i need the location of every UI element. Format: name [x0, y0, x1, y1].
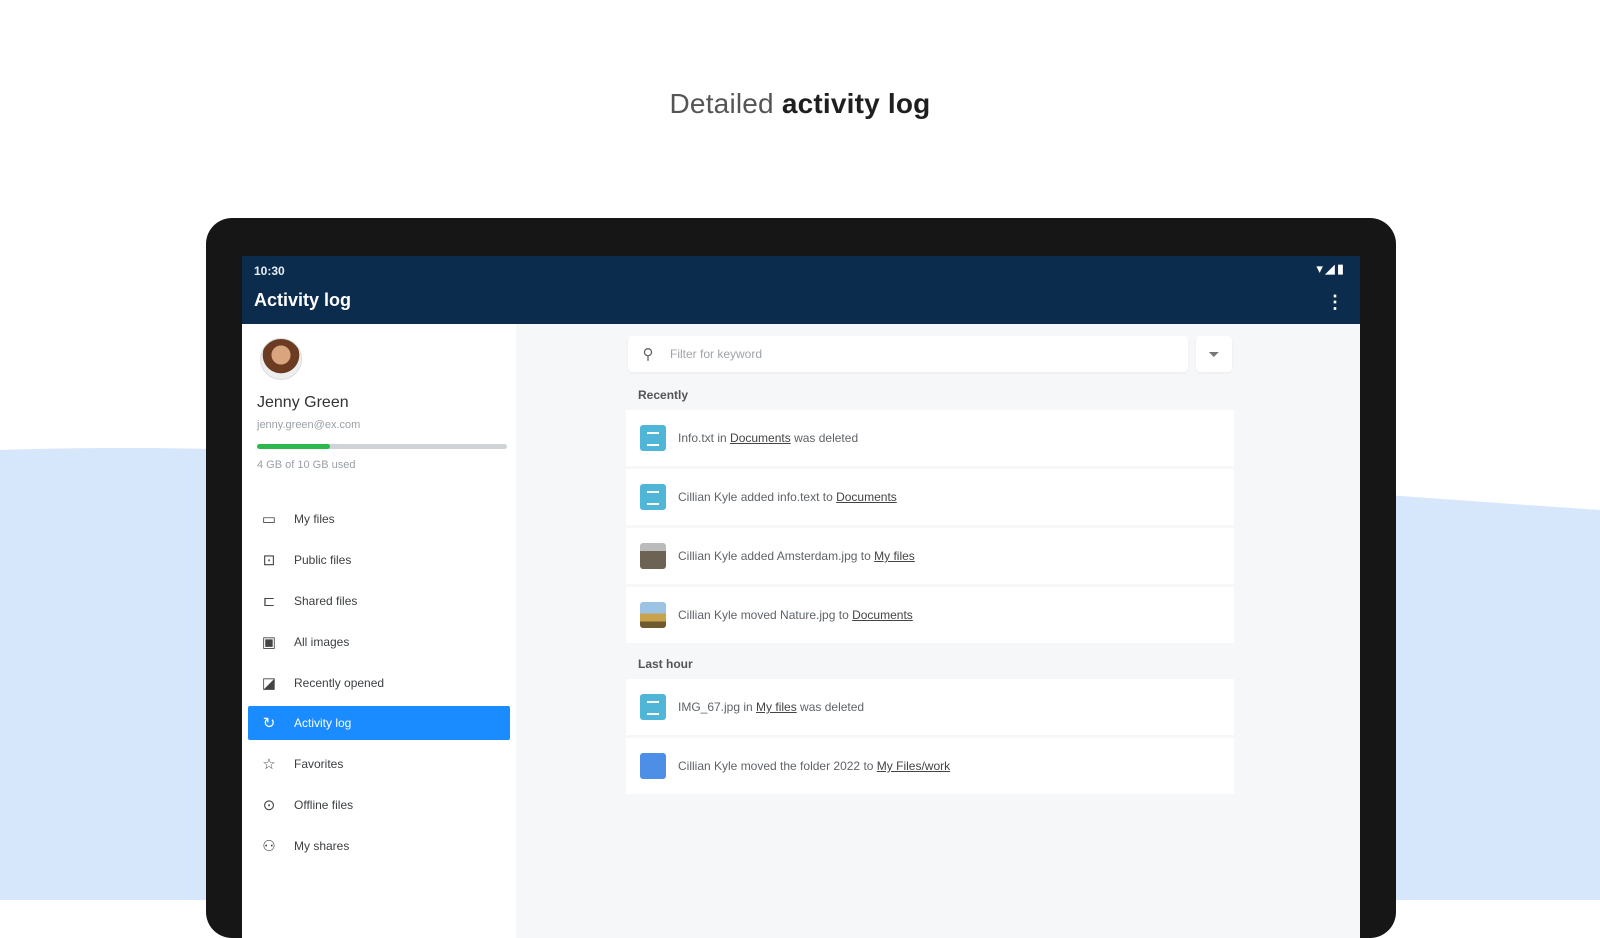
document-icon — [640, 425, 666, 451]
list-item[interactable]: Cillian Kyle moved Nature.jpg to Documen… — [626, 587, 1234, 643]
row-text: Cillian Kyle added info.text to — [678, 490, 837, 504]
star-icon: ☆ — [262, 755, 276, 773]
status-time: 10:30 — [254, 264, 285, 278]
row-text-suffix: was deleted — [796, 700, 865, 714]
sidebar-item-recently-opened[interactable]: ◪ Recently opened — [248, 662, 510, 703]
row-text: Cillian Kyle moved the folder 2022 to — [678, 759, 877, 773]
shared-folder-icon: ⊏ — [262, 592, 276, 610]
sidebar-item-favorites[interactable]: ☆ Favorites — [248, 743, 510, 784]
section-label-last-hour: Last hour — [638, 657, 693, 671]
sidebar-item-shared-files[interactable]: ⊏ Shared files — [248, 580, 510, 621]
app-bar: 10:30 ▾◢▮ Activity log ⋮ — [242, 256, 1360, 324]
list-item[interactable]: Info.txt in Documents was deleted — [626, 410, 1234, 466]
row-link[interactable]: Documents — [730, 431, 791, 445]
document-icon — [640, 484, 666, 510]
document-icon — [640, 694, 666, 720]
row-text: Info.txt in — [678, 431, 731, 445]
row-text-suffix: was deleted — [790, 431, 859, 445]
user-email: jenny.green@ex.com — [257, 419, 361, 431]
row-link[interactable]: Documents — [836, 490, 897, 504]
sidebar-item-label: All images — [294, 634, 350, 649]
main-content: ⚲ ⏷ Recently Info.txt in Documents was d… — [516, 324, 1360, 938]
sidebar-item-label: Shared files — [294, 593, 358, 608]
sidebar-item-all-images[interactable]: ▣ All images — [248, 621, 510, 662]
sidebar-nav: ▭ My files ⊡ Public files ⊏ Shared files… — [248, 498, 510, 866]
sidebar-item-label: Recently opened — [294, 675, 385, 690]
storage-bar — [257, 444, 507, 449]
activity-list-recently: Info.txt in Documents was deleted Cillia… — [626, 410, 1234, 646]
sidebar-item-offline-files[interactable]: ⊙ Offline files — [248, 784, 510, 825]
image-thumbnail-icon — [640, 543, 666, 569]
page-title: Activity log — [254, 290, 352, 310]
list-item[interactable]: Cillian Kyle added info.text to Document… — [626, 469, 1234, 525]
folder-icon — [640, 753, 666, 779]
headline: Detailed activity log — [0, 88, 1600, 120]
sidebar-item-label: My shares — [294, 838, 350, 853]
more-options-icon[interactable]: ⋮ — [1326, 292, 1344, 313]
sidebar-item-public-files[interactable]: ⊡ Public files — [248, 539, 510, 580]
filter-icon: ⏷ — [1208, 345, 1220, 362]
sidebar-item-my-shares[interactable]: ⚇ My shares — [248, 825, 510, 866]
sidebar-item-label: My files — [294, 511, 335, 526]
search-input[interactable] — [668, 346, 1172, 362]
sidebar-item-label: Favorites — [294, 756, 344, 771]
filter-button[interactable]: ⏷ — [1196, 336, 1232, 372]
offline-icon: ⊙ — [262, 796, 276, 814]
sidebar-item-activity-log[interactable]: ↻ Activity log — [248, 706, 510, 740]
row-link[interactable]: My Files/work — [877, 759, 950, 773]
tablet-screen: 10:30 ▾◢▮ Activity log ⋮ Jenny Green jen… — [242, 256, 1360, 938]
sidebar: Jenny Green jenny.green@ex.com 4 GB of 1… — [242, 324, 516, 938]
section-label-recently: Recently — [638, 388, 689, 402]
storage-bar-fill — [257, 444, 330, 449]
activity-list-last-hour: IMG_67.jpg in My files was deleted Cilli… — [626, 679, 1234, 797]
status-icons: ▾◢▮ — [1316, 261, 1346, 276]
image-thumbnail-icon — [640, 602, 666, 628]
storage-text: 4 GB of 10 GB used — [257, 459, 356, 471]
row-text: IMG_67.jpg in — [678, 700, 757, 714]
recent-file-icon: ◪ — [261, 674, 277, 692]
avatar[interactable] — [260, 338, 302, 380]
image-icon: ▣ — [261, 633, 277, 651]
row-link[interactable]: My files — [756, 700, 797, 714]
row-text: Cillian Kyle moved Nature.jpg to — [678, 608, 853, 622]
tablet-frame: 10:30 ▾◢▮ Activity log ⋮ Jenny Green jen… — [206, 218, 1396, 938]
shares-icon: ⚇ — [262, 837, 276, 855]
sidebar-item-my-files[interactable]: ▭ My files — [248, 498, 510, 539]
list-item[interactable]: IMG_67.jpg in My files was deleted — [626, 679, 1234, 735]
headline-light: Detailed — [669, 88, 774, 119]
row-text: Cillian Kyle added Amsterdam.jpg to — [678, 549, 875, 563]
sidebar-item-label: Public files — [294, 552, 352, 567]
user-name: Jenny Green — [257, 394, 349, 411]
search-icon: ⚲ — [642, 346, 654, 363]
public-folder-icon: ⊡ — [262, 551, 276, 569]
headline-bold: activity log — [781, 88, 931, 119]
folder-icon: ▭ — [261, 510, 277, 528]
list-item[interactable]: Cillian Kyle moved the folder 2022 to My… — [626, 738, 1234, 794]
sidebar-item-label: Activity log — [294, 716, 352, 730]
row-link[interactable]: Documents — [852, 608, 913, 622]
search-box[interactable]: ⚲ — [628, 336, 1188, 372]
activity-icon: ↻ — [262, 715, 276, 732]
row-link[interactable]: My files — [874, 549, 915, 563]
sidebar-item-label: Offline files — [294, 797, 354, 812]
list-item[interactable]: Cillian Kyle added Amsterdam.jpg to My f… — [626, 528, 1234, 584]
